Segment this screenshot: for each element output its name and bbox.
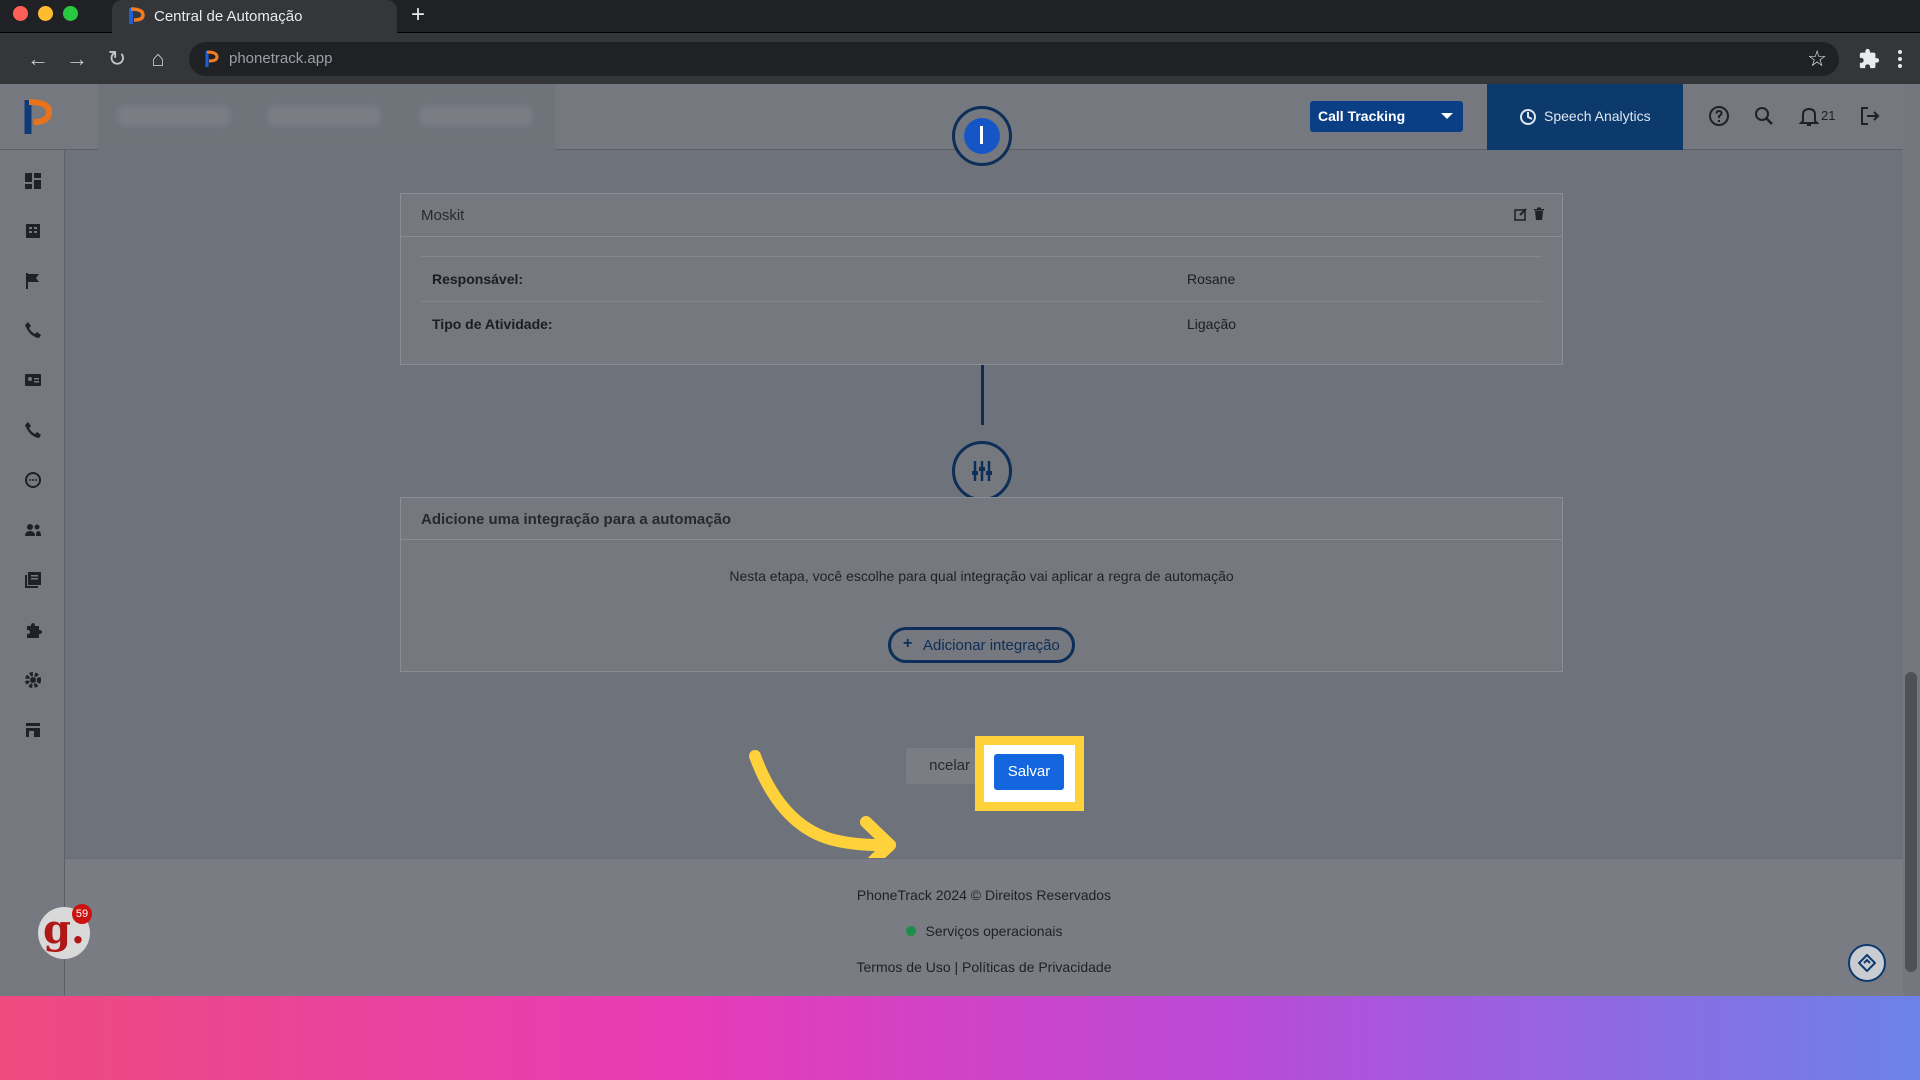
page: Call Tracking Speech Analytics 21 Moskit… — [0, 84, 1920, 996]
site-icon — [205, 50, 219, 67]
support-float-button[interactable] — [1848, 944, 1886, 982]
extensions-icon[interactable] — [1858, 48, 1880, 70]
dashboard-icon[interactable] — [24, 172, 42, 190]
add-integration-button[interactable]: + Adicionar integração — [888, 627, 1075, 663]
moskit-card: Moskit Responsável: Rosane Tipo de Ativi… — [400, 193, 1563, 365]
browser-toolbar: ← → ↻ ⌂ phonetrack.app ☆ — [0, 33, 1920, 84]
footer-links[interactable]: Termos de Uso | Políticas de Privacidade — [65, 959, 1903, 975]
service-status-label: Serviços operacionais — [925, 923, 1063, 939]
contact-card-icon[interactable] — [24, 371, 42, 389]
blurred-nav-item[interactable] — [420, 106, 532, 126]
add-integration-label: Adicionar integração — [923, 637, 1060, 654]
row-label: Responsável: — [432, 271, 524, 287]
scrollbar-thumb[interactable] — [1905, 672, 1917, 972]
footer-copyright: PhoneTrack 2024 © Direitos Reservados — [856, 887, 1112, 903]
g-widget-count: 59 — [72, 904, 92, 924]
browser-titlebar: Central de Automação + — [0, 0, 1920, 33]
favicon-icon — [129, 7, 145, 24]
footer: PhoneTrack 2024 © Direitos Reservados Se… — [65, 858, 1903, 996]
sidebar — [0, 150, 65, 996]
product-select-label: Call Tracking — [1318, 108, 1406, 124]
status-dot-icon — [905, 926, 916, 936]
speech-analytics-button[interactable]: Speech Analytics — [1487, 84, 1683, 150]
speech-analytics-icon — [1520, 109, 1536, 125]
chevron-down-icon — [1441, 113, 1453, 119]
bookmark-star-icon[interactable]: ☆ — [1807, 46, 1827, 72]
building-icon[interactable] — [24, 222, 42, 240]
notification-count: 21 — [1821, 108, 1836, 123]
phone-icon[interactable] — [24, 421, 42, 439]
gear-icon[interactable] — [24, 671, 42, 689]
support-icon — [1858, 954, 1876, 972]
speech-analytics-label: Speech Analytics — [1544, 108, 1651, 124]
home-icon[interactable]: ⌂ — [145, 46, 171, 72]
info-icon — [964, 118, 1000, 154]
flow-node-top — [952, 106, 1012, 166]
card-header: Adicione uma integração para a automação — [401, 498, 1562, 540]
new-tab-button[interactable]: + — [406, 3, 430, 27]
service-status: Serviços operacionais — [65, 923, 1903, 939]
phonetrack-logo[interactable] — [22, 96, 52, 136]
card-title: Adicione uma integração para a automação — [421, 511, 732, 528]
chat-icon[interactable] — [24, 471, 42, 489]
row-label: Tipo de Atividade: — [432, 316, 553, 332]
back-icon[interactable]: ← — [25, 46, 51, 72]
phone-icon[interactable] — [24, 321, 42, 339]
row-value: Rosane — [1187, 271, 1236, 287]
sliders-icon — [972, 461, 992, 481]
logout-icon[interactable] — [1858, 104, 1882, 128]
forward-icon[interactable]: → — [64, 46, 90, 72]
row-value: Ligação — [1187, 316, 1237, 332]
product-select[interactable]: Call Tracking — [1310, 101, 1463, 132]
address-bar[interactable]: phonetrack.app ☆ — [189, 42, 1839, 76]
card-description: Nesta etapa, você escolhe para qual inte… — [729, 568, 1234, 584]
divider — [421, 256, 1542, 257]
reload-icon[interactable]: ↻ — [104, 46, 130, 72]
blurred-nav-item[interactable] — [268, 106, 380, 126]
flag-icon[interactable] — [24, 272, 42, 290]
divider — [421, 301, 1542, 302]
reports-icon[interactable] — [24, 571, 42, 589]
blurred-nav — [98, 84, 555, 150]
maximize-window-button[interactable] — [63, 6, 78, 21]
users-icon[interactable] — [24, 521, 42, 539]
flow-node-integration — [952, 441, 1012, 501]
trash-icon[interactable] — [1533, 207, 1545, 221]
card-header: Moskit — [401, 194, 1562, 237]
minimize-window-button[interactable] — [38, 6, 53, 21]
close-window-button[interactable] — [13, 6, 28, 21]
blurred-nav-item[interactable] — [118, 106, 230, 126]
url-text: phonetrack.app — [229, 50, 333, 67]
store-icon[interactable] — [24, 721, 42, 739]
edit-icon[interactable] — [1514, 207, 1528, 221]
browser-menu-icon[interactable] — [1896, 48, 1904, 70]
search-icon[interactable] — [1752, 104, 1776, 128]
save-button[interactable]: Salvar — [994, 754, 1064, 790]
plus-icon: + — [903, 635, 913, 652]
puzzle-icon[interactable] — [24, 621, 42, 639]
tab-title: Central de Automação — [154, 8, 303, 25]
decorative-gradient — [0, 996, 1920, 1080]
flow-connector — [981, 365, 984, 425]
bell-icon[interactable] — [1797, 104, 1821, 128]
card-title: Moskit — [421, 207, 465, 224]
browser-tab[interactable]: Central de Automação — [112, 0, 397, 33]
help-icon[interactable] — [1707, 104, 1731, 128]
